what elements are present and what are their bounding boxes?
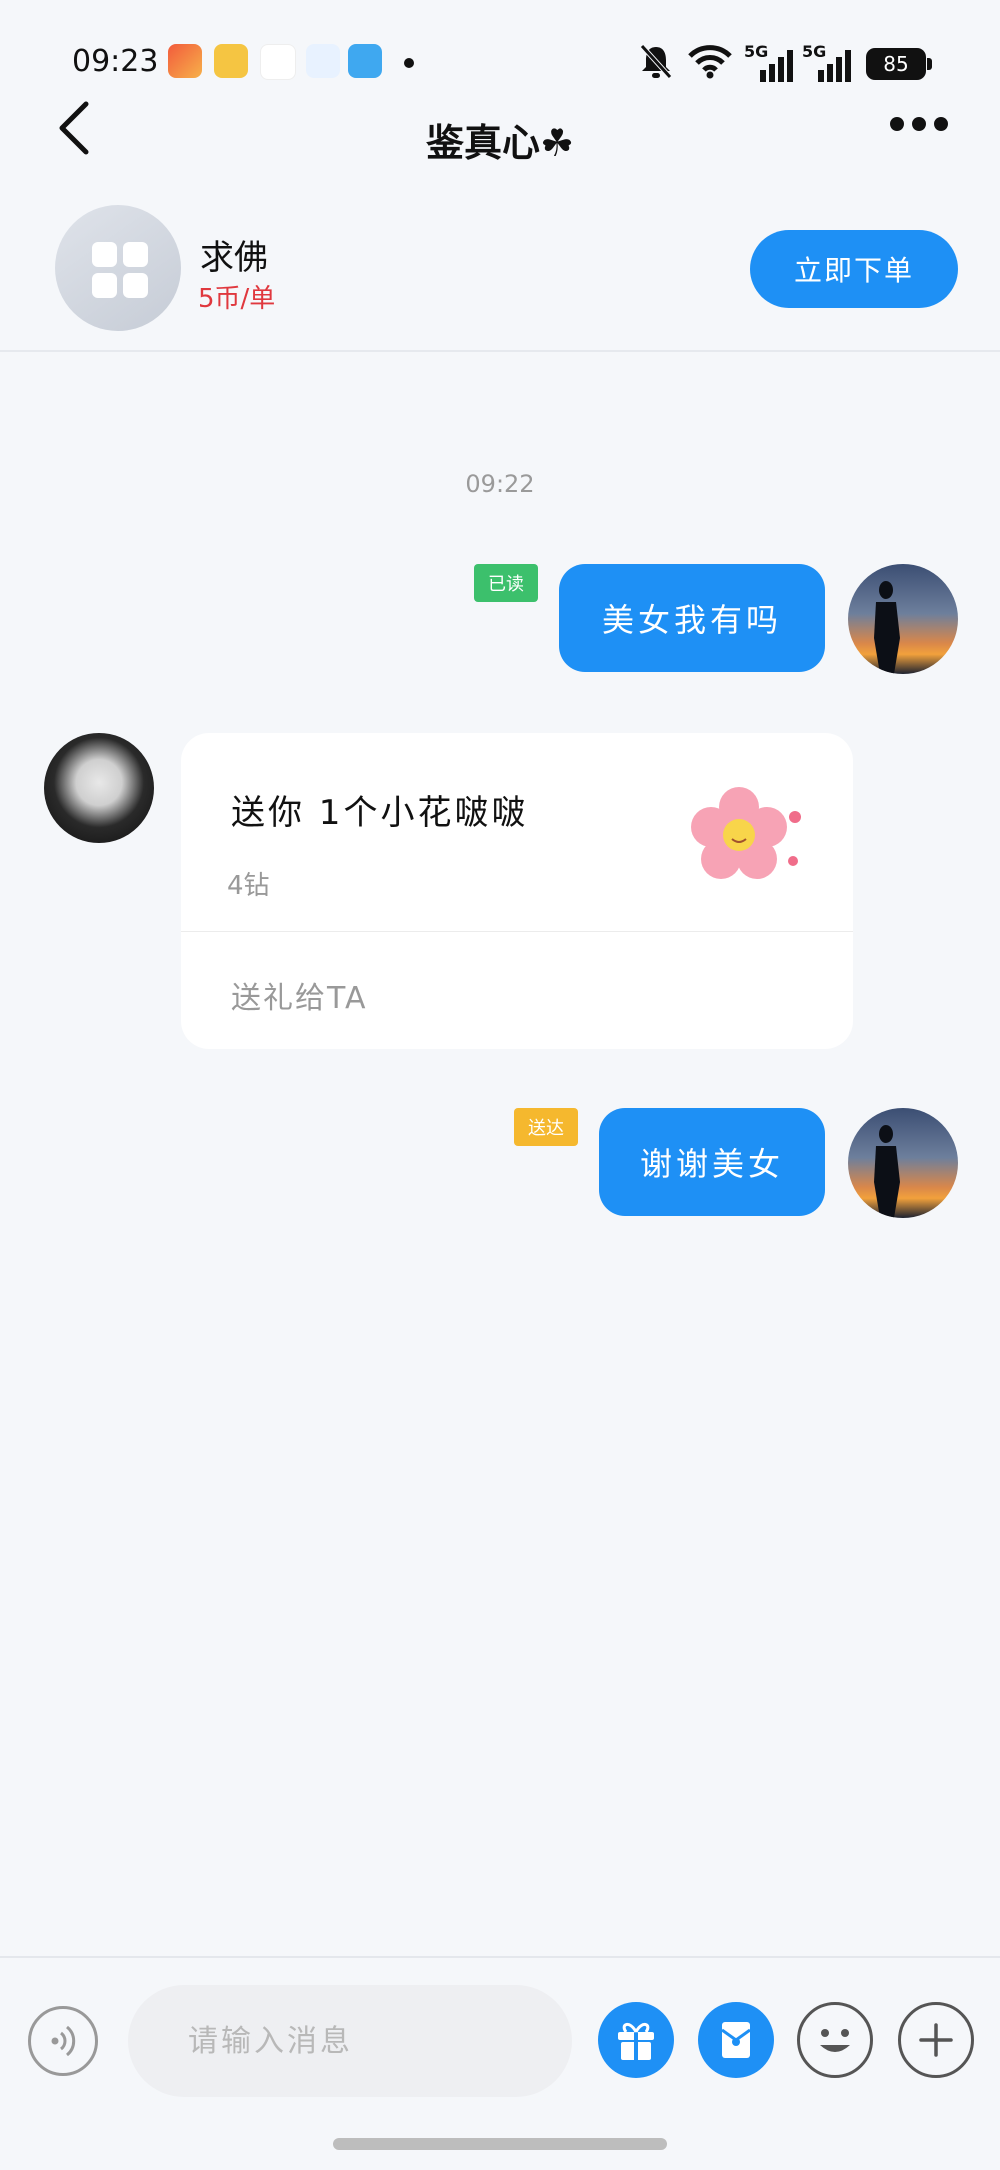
other-avatar[interactable] — [44, 733, 154, 843]
plus-icon — [919, 2023, 953, 2057]
divider — [0, 350, 1000, 352]
page-title-text: 鉴真心 — [425, 121, 540, 165]
divider — [0, 1956, 1000, 1958]
gift-button[interactable] — [598, 2002, 674, 2078]
clover-icon: ☘ — [539, 121, 575, 165]
service-name: 求佛 — [200, 238, 268, 278]
home-indicator[interactable] — [333, 2138, 667, 2150]
battery-level: 85 — [866, 48, 926, 80]
message-bubble[interactable]: 美女我有吗 — [559, 564, 825, 672]
gift-card[interactable]: 送你 1个小花啵啵 4钻 送礼给TA — [181, 733, 853, 1049]
divider — [181, 931, 853, 932]
battery-icon — [927, 58, 932, 70]
mute-icon — [640, 44, 672, 79]
silhouette-icon — [874, 581, 900, 674]
bird-app-icon — [348, 44, 382, 78]
chat-timestamp: 09:22 — [465, 470, 535, 498]
app-notification-icon-1 — [168, 44, 202, 78]
weibo-icon — [214, 44, 248, 78]
page-title: 鉴真心☘ — [0, 112, 1000, 167]
send-gift-link[interactable]: 送礼给TA — [231, 973, 368, 1017]
more-notifications-dot — [404, 58, 414, 68]
self-avatar[interactable] — [848, 564, 958, 674]
red-packet-button[interactable] — [698, 2002, 774, 2078]
signal-bars-icon — [818, 50, 851, 82]
flower-sticker-icon — [691, 787, 801, 879]
envelope-icon — [721, 2022, 751, 2058]
read-status-badge: 已读 — [474, 564, 538, 602]
emoji-button[interactable] — [797, 2002, 873, 2078]
service-price: 5币/单 — [198, 284, 276, 314]
voice-input-button[interactable] — [28, 2006, 98, 2076]
delivered-status-badge: 送达 — [514, 1108, 578, 1146]
signal-2: 5G — [802, 42, 854, 82]
wifi-icon — [688, 45, 732, 79]
gift-cost: 4钻 — [227, 871, 270, 901]
message-input[interactable] — [128, 1985, 572, 2097]
gift-message: 送你 1个小花啵啵 — [231, 793, 529, 833]
order-now-button[interactable]: 立即下单 — [750, 230, 958, 308]
service-avatar[interactable] — [55, 205, 181, 331]
silhouette-icon — [874, 1125, 900, 1218]
more-actions-button[interactable] — [898, 2002, 974, 2078]
gift-box-icon — [618, 2023, 654, 2060]
message-bubble[interactable]: 谢谢美女 — [599, 1108, 825, 1216]
apps-grid-icon — [92, 242, 148, 298]
voice-icon — [51, 2025, 76, 2057]
self-avatar[interactable] — [848, 1108, 958, 1218]
signal-1: 5G — [744, 42, 796, 82]
more-options-icon[interactable] — [890, 116, 958, 136]
status-time: 09:23 — [72, 44, 159, 79]
signal-bars-icon — [760, 50, 793, 82]
news-app-icon — [260, 44, 296, 80]
browser-app-icon — [306, 44, 340, 78]
smiley-icon — [820, 2029, 850, 2052]
